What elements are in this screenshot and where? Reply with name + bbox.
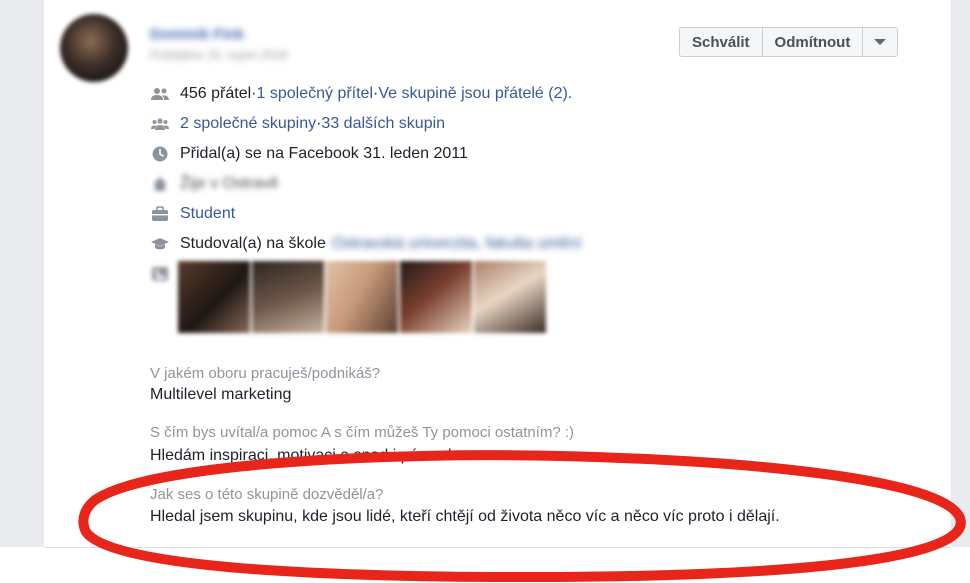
photo-thumbnail[interactable] bbox=[326, 261, 398, 333]
page-background-right bbox=[951, 0, 970, 547]
home-icon bbox=[150, 174, 170, 194]
photo-thumbnails bbox=[178, 261, 548, 333]
graduation-cap-icon bbox=[150, 234, 170, 254]
friends-icon bbox=[150, 84, 170, 104]
question-2: S čím bys uvítal/a pomoc A s čím můžeš T… bbox=[150, 424, 575, 441]
work-row: Student bbox=[150, 203, 235, 225]
answer-2: Hledám inspiraci, motivaci a snad i pár … bbox=[150, 447, 452, 464]
briefcase-icon bbox=[150, 204, 170, 224]
page-background-left bbox=[0, 0, 44, 547]
photo-thumbnail[interactable] bbox=[178, 261, 250, 333]
approve-button[interactable]: Schválit bbox=[679, 27, 763, 57]
other-groups-link[interactable]: 33 dalších skupin bbox=[321, 115, 445, 133]
photo-icon bbox=[150, 264, 170, 284]
location-row: Žije v Ostravě bbox=[150, 173, 279, 195]
answer-1: Multilevel marketing bbox=[150, 386, 292, 403]
caret-down-icon bbox=[874, 39, 887, 45]
decline-button[interactable]: Odmítnout bbox=[762, 27, 864, 57]
friends-count: 456 přátel bbox=[180, 85, 252, 102]
photo-thumbnail[interactable] bbox=[474, 261, 546, 333]
groups-row: 2 společné skupiny · 33 dalších skupin bbox=[150, 113, 445, 135]
mutual-groups-link[interactable]: 2 společné skupiny bbox=[180, 115, 316, 133]
joined-text: Přidal(a) se na Facebook 31. leden 2011 bbox=[180, 145, 468, 162]
friends-in-group-link[interactable]: Ve skupině jsou přátelé (2). bbox=[378, 85, 572, 103]
work-link[interactable]: Student bbox=[180, 205, 235, 223]
photos-row-icon bbox=[150, 263, 180, 285]
question-1: V jakém oboru pracuješ/podnikáš? bbox=[150, 365, 381, 382]
education-prefix: Studoval(a) na škole bbox=[180, 235, 326, 252]
photo-thumbnail[interactable] bbox=[252, 261, 324, 333]
location-text: Žije v Ostravě bbox=[180, 175, 279, 192]
education-row: Studoval(a) na škole Ostravská univerzit… bbox=[150, 233, 582, 255]
photo-thumbnail[interactable] bbox=[400, 261, 472, 333]
more-options-button[interactable] bbox=[863, 27, 899, 57]
joined-row: Přidal(a) se na Facebook 31. leden 2011 bbox=[150, 143, 468, 165]
clock-icon bbox=[150, 144, 170, 164]
question-3: Jak ses o této skupině dozvěděl/a? bbox=[150, 486, 384, 503]
groups-icon bbox=[150, 114, 170, 134]
request-date: Požádáno 15. srpen 2018 bbox=[150, 48, 288, 62]
friends-row: 456 přátel · 1 společný přítel · Ve skup… bbox=[150, 83, 572, 105]
mutual-friend-link[interactable]: 1 společný přítel bbox=[257, 85, 374, 103]
answer-3: Hledal jsem skupinu, kde jsou lidé, kteř… bbox=[150, 508, 780, 525]
request-actions: Schválit Odmítnout bbox=[679, 27, 899, 57]
avatar[interactable] bbox=[60, 14, 128, 82]
education-school-link[interactable]: Ostravská univerzita, fakulta umění bbox=[332, 235, 582, 253]
requester-name[interactable]: Dominik Fink bbox=[150, 26, 244, 43]
